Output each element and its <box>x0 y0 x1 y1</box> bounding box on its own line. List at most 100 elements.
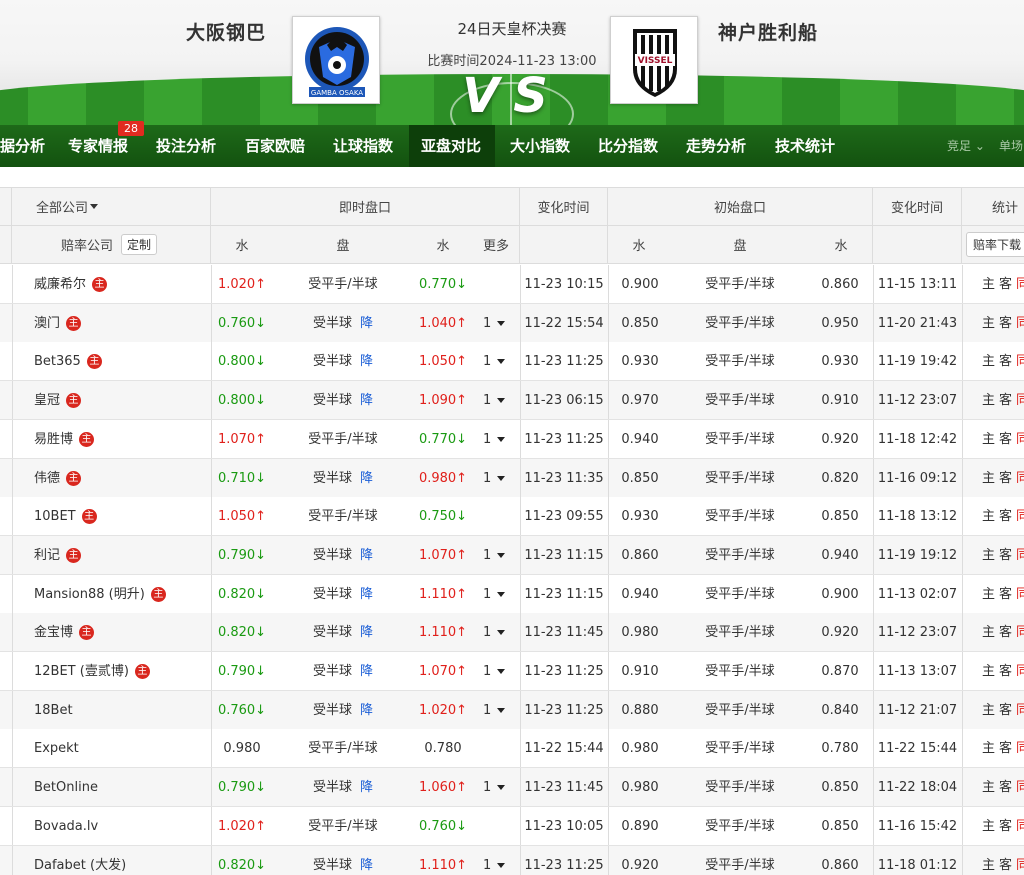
stats-home-link[interactable]: 主 <box>982 625 995 640</box>
live-water-home[interactable]: 0.760↓ <box>211 304 273 343</box>
live-water-home[interactable]: 0.790↓ <box>211 652 273 691</box>
tab-tech-stats[interactable]: 技术统计 <box>775 125 835 167</box>
tab-euro-odds[interactable]: 百家欧赔 <box>245 125 305 167</box>
company-name[interactable]: 皇冠 <box>34 393 60 408</box>
live-water-away[interactable]: 0.770↓ <box>413 420 473 459</box>
stats-away-link[interactable]: 客 <box>999 625 1012 640</box>
company-cell[interactable]: 易胜博主 <box>34 420 95 459</box>
stats-home-link[interactable]: 主 <box>982 393 995 408</box>
away-team-name[interactable]: 神户胜利船 <box>718 18 818 45</box>
stats-away-link[interactable]: 客 <box>999 548 1012 563</box>
more-dropdown[interactable]: 1 <box>483 420 506 459</box>
stats-away-link[interactable]: 客 <box>999 858 1012 873</box>
live-water-home[interactable]: 0.760↓ <box>211 691 273 730</box>
company-cell[interactable]: 皇冠主 <box>34 381 82 420</box>
stats-same-link[interactable]: 同 <box>1016 741 1024 756</box>
more-dropdown[interactable]: 1 <box>483 536 506 575</box>
company-name[interactable]: 金宝博 <box>34 625 73 640</box>
live-handicap[interactable]: 受半球降 <box>273 768 413 807</box>
company-cell[interactable]: Bovada.lv <box>34 807 98 846</box>
more-dropdown[interactable]: 1 <box>483 613 506 652</box>
stats-same-link[interactable]: 同 <box>1016 819 1024 834</box>
stats-same-link[interactable]: 同 <box>1016 625 1024 640</box>
stats-away-link[interactable]: 客 <box>999 471 1012 486</box>
live-handicap[interactable]: 受半球降 <box>273 846 413 875</box>
odds-download-button[interactable]: 赔率下载 <box>966 232 1024 257</box>
company-name[interactable]: 澳门 <box>34 316 60 331</box>
stats-home-link[interactable]: 主 <box>982 548 995 563</box>
live-water-away[interactable]: 1.070↑ <box>413 536 473 575</box>
stats-home-link[interactable]: 主 <box>982 780 995 795</box>
live-water-away[interactable]: 1.050↑ <box>413 342 473 381</box>
more-dropdown[interactable]: 1 <box>483 652 506 691</box>
live-handicap[interactable]: 受平手/半球 <box>273 265 413 304</box>
live-water-home[interactable]: 0.790↓ <box>211 768 273 807</box>
company-name[interactable]: Dafabet (大发) <box>34 858 126 873</box>
stats-same-link[interactable]: 同 <box>1016 432 1024 447</box>
live-water-home[interactable]: 0.790↓ <box>211 536 273 575</box>
stats-same-link[interactable]: 同 <box>1016 316 1024 331</box>
company-name[interactable]: Bet365 <box>34 354 81 369</box>
stats-same-link[interactable]: 同 <box>1016 858 1024 873</box>
live-water-away[interactable]: 1.110↑ <box>413 613 473 652</box>
more-dropdown[interactable]: 1 <box>483 381 506 420</box>
stats-same-link[interactable]: 同 <box>1016 703 1024 718</box>
stats-home-link[interactable]: 主 <box>982 277 995 292</box>
live-water-home[interactable]: 1.020↑ <box>211 265 273 304</box>
live-water-away[interactable]: 1.060↑ <box>413 768 473 807</box>
live-water-home[interactable]: 0.980 <box>211 729 273 768</box>
live-water-home[interactable]: 0.820↓ <box>211 846 273 875</box>
live-handicap[interactable]: 受半球降 <box>273 536 413 575</box>
live-water-away[interactable]: 1.110↑ <box>413 575 473 614</box>
company-cell[interactable]: Mansion88 (明升) 主 <box>34 575 166 614</box>
live-water-away[interactable]: 1.110↑ <box>413 846 473 875</box>
live-water-away[interactable]: 1.040↑ <box>413 304 473 343</box>
company-name[interactable]: 12BET (壹贰博) <box>34 664 129 679</box>
more-dropdown[interactable]: 1 <box>483 691 506 730</box>
live-handicap[interactable]: 受半球降 <box>273 342 413 381</box>
live-water-away[interactable]: 1.090↑ <box>413 381 473 420</box>
stats-away-link[interactable]: 客 <box>999 741 1012 756</box>
company-cell[interactable]: 澳门主 <box>34 304 82 343</box>
tab-data-analysis[interactable]: 据分析 <box>0 125 45 167</box>
live-water-away[interactable]: 1.020↑ <box>413 691 473 730</box>
live-handicap[interactable]: 受平手/半球 <box>273 497 413 536</box>
stats-home-link[interactable]: 主 <box>982 587 995 602</box>
stats-away-link[interactable]: 客 <box>999 780 1012 795</box>
company-cell[interactable]: 12BET (壹贰博) 主 <box>34 652 150 691</box>
company-cell[interactable]: BetOnline <box>34 768 98 807</box>
stats-away-link[interactable]: 客 <box>999 393 1012 408</box>
stats-same-link[interactable]: 同 <box>1016 277 1024 292</box>
live-handicap[interactable]: 受半球降 <box>273 691 413 730</box>
stats-same-link[interactable]: 同 <box>1016 548 1024 563</box>
more-dropdown[interactable]: 1 <box>483 846 506 875</box>
company-name[interactable]: 10BET <box>34 509 76 524</box>
stats-away-link[interactable]: 客 <box>999 587 1012 602</box>
live-handicap[interactable]: 受半球降 <box>273 459 413 498</box>
company-cell[interactable]: 利记主 <box>34 536 82 575</box>
stats-home-link[interactable]: 主 <box>982 509 995 524</box>
stats-same-link[interactable]: 同 <box>1016 471 1024 486</box>
jingzu-dropdown[interactable]: 竞足 ⌄ <box>947 125 985 167</box>
live-handicap[interactable]: 受平手/半球 <box>273 729 413 768</box>
live-handicap[interactable]: 受半球降 <box>273 575 413 614</box>
more-dropdown[interactable]: 1 <box>483 575 506 614</box>
live-handicap[interactable]: 受半球降 <box>273 304 413 343</box>
stats-home-link[interactable]: 主 <box>982 432 995 447</box>
stats-away-link[interactable]: 客 <box>999 703 1012 718</box>
live-water-home[interactable]: 1.070↑ <box>211 420 273 459</box>
stats-same-link[interactable]: 同 <box>1016 780 1024 795</box>
stats-home-link[interactable]: 主 <box>982 316 995 331</box>
live-water-away[interactable]: 0.750↓ <box>413 497 473 536</box>
tab-trend-analysis[interactable]: 走势分析 <box>686 125 746 167</box>
live-water-home[interactable]: 0.800↓ <box>211 381 273 420</box>
more-dropdown[interactable]: 1 <box>483 342 506 381</box>
live-water-home[interactable]: 0.800↓ <box>211 342 273 381</box>
company-name[interactable]: Expekt <box>34 741 79 756</box>
more-dropdown[interactable]: 1 <box>483 768 506 807</box>
live-water-away[interactable]: 1.070↑ <box>413 652 473 691</box>
stats-same-link[interactable]: 同 <box>1016 664 1024 679</box>
live-water-away[interactable]: 0.780 <box>413 729 473 768</box>
company-cell[interactable]: Expekt <box>34 729 79 768</box>
stats-away-link[interactable]: 客 <box>999 432 1012 447</box>
